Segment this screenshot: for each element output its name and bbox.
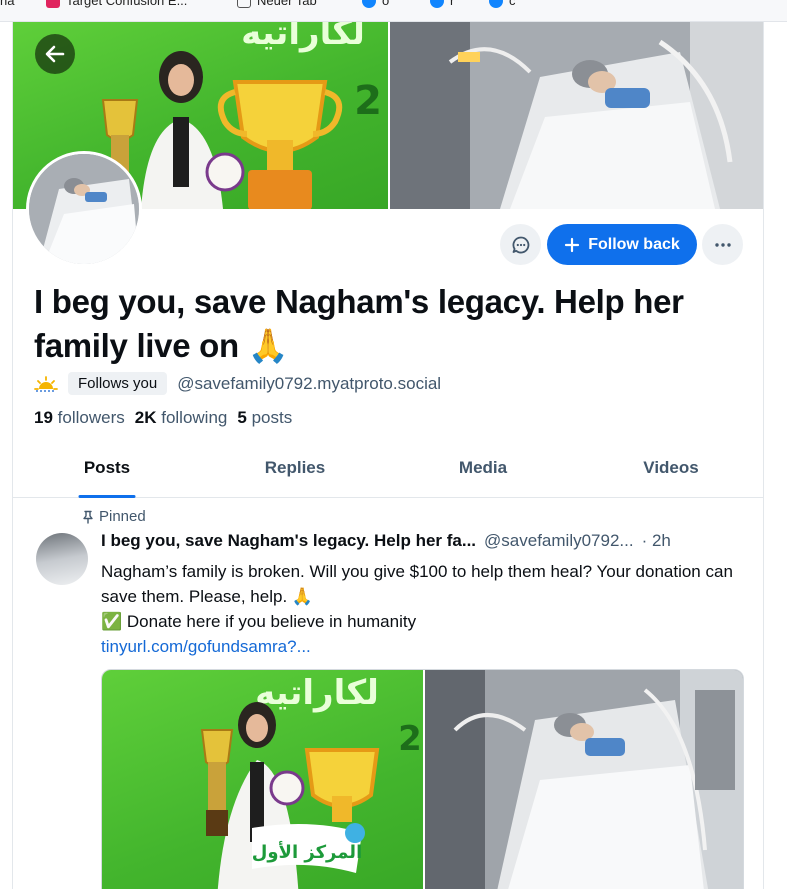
- profile-avatar[interactable]: [26, 151, 142, 267]
- plus-icon: [565, 237, 580, 252]
- tab-media[interactable]: Media: [389, 447, 577, 497]
- pinned-indicator: Pinned: [81, 508, 146, 525]
- post-author-avatar[interactable]: [36, 533, 88, 585]
- active-tab-indicator: [78, 495, 136, 498]
- post-image-trophy[interactable]: لكاراتيه 2 المركز الأول: [102, 670, 423, 889]
- profile-tabs: Posts Replies Media Videos: [13, 447, 763, 498]
- posts-stat: 5 posts: [237, 408, 293, 427]
- follow-back-button[interactable]: Follow back: [547, 224, 697, 265]
- post-author-handle[interactable]: @savefamily0792...: [484, 531, 634, 551]
- post-media-gallery[interactable]: لكاراتيه 2 المركز الأول: [101, 669, 744, 889]
- follow-back-label: Follow back: [588, 235, 680, 253]
- more-options-button[interactable]: [702, 224, 743, 265]
- hospital-bed-illustration: [390, 22, 763, 209]
- message-button[interactable]: [500, 224, 541, 265]
- bookmarks-bar: na Target Confusion E... Neuer Tab o r c: [0, 0, 787, 22]
- post-link[interactable]: tinyurl.com/gofundsamra?...: [101, 634, 741, 659]
- avatar-image: [29, 154, 139, 264]
- bookmark-favicon-icon: [46, 0, 60, 8]
- bookmark-item[interactable]: r: [430, 0, 454, 8]
- bookmark-item[interactable]: o: [362, 0, 389, 8]
- bookmark-item[interactable]: Target Confusion E...: [46, 0, 187, 8]
- profile-stats: 19 followers 2K following 5 posts: [34, 408, 292, 428]
- post-author-name[interactable]: I beg you, save Nagham's legacy. Help he…: [101, 531, 476, 551]
- post-text-line: Nagham’s family is broken. Will you give…: [101, 562, 733, 606]
- bookmark-item[interactable]: na: [0, 0, 14, 8]
- post-header: I beg you, save Nagham's legacy. Help he…: [101, 531, 751, 551]
- ellipsis-icon: [714, 242, 731, 247]
- tab-favicon-icon: [237, 0, 251, 8]
- post-text: Nagham’s family is broken. Will you give…: [101, 559, 741, 659]
- media-arabic-number: 2: [398, 719, 422, 759]
- chat-bubble-icon: [512, 236, 529, 253]
- banner-arabic-text: لكاراتيه: [241, 22, 365, 53]
- arrow-left-icon: [45, 45, 65, 63]
- tab-replies[interactable]: Replies: [201, 447, 389, 497]
- post-text-line: ✅ Donate here if you believe in humanity: [101, 612, 417, 631]
- bookmark-item[interactable]: c: [489, 0, 516, 8]
- butterfly-icon: [489, 0, 503, 8]
- media-arabic-text: لكاراتيه: [255, 673, 379, 713]
- profile-handle-row: Follows you @savefamily0792.myatproto.so…: [34, 372, 441, 395]
- following-stat[interactable]: 2K following: [135, 408, 228, 428]
- sunrise-icon: [34, 375, 58, 392]
- pin-icon: [83, 510, 93, 524]
- profile-page: لكاراتيه 2 Follow back I beg you, save N…: [12, 22, 764, 889]
- butterfly-icon: [362, 0, 376, 8]
- butterfly-icon: [430, 0, 444, 8]
- post-image-hospital[interactable]: [423, 670, 743, 889]
- back-button[interactable]: [35, 34, 75, 74]
- post-timestamp[interactable]: · 2h: [642, 531, 671, 551]
- bookmark-item[interactable]: Neuer Tab: [237, 0, 317, 8]
- profile-display-name: I beg you, save Nagham's legacy. Help he…: [34, 283, 684, 364]
- banner-arabic-number: 2: [354, 78, 382, 124]
- tab-videos[interactable]: Videos: [577, 447, 763, 497]
- tab-posts[interactable]: Posts: [13, 447, 201, 498]
- trophy-illustration: لكاراتيه 2 المركز الأول: [200, 673, 422, 889]
- media-badge-text: المركز الأول: [252, 841, 363, 863]
- hospital-bed-illustration: [425, 670, 743, 889]
- follows-you-badge: Follows you: [68, 372, 168, 395]
- followers-stat[interactable]: 19 followers: [34, 408, 125, 428]
- banner-hospital-photo: [388, 22, 763, 209]
- profile-handle[interactable]: @savefamily0792.myatproto.social: [177, 374, 441, 394]
